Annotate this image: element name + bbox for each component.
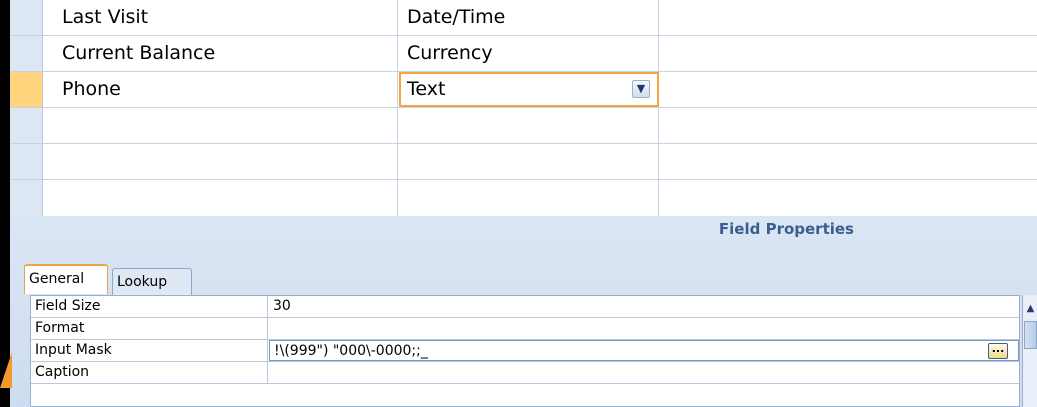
arrow-pointer-icon	[0, 352, 12, 388]
field-name-cell[interactable]: Current Balance	[52, 36, 398, 71]
grid-row-phone[interactable]: Phone Text ▼	[10, 72, 1037, 108]
field-size-input[interactable]: 30	[269, 296, 1019, 317]
scroll-up-icon[interactable]: ▲	[1024, 301, 1037, 317]
grid-row-current-balance[interactable]: Current Balance Currency	[10, 36, 1037, 72]
property-row-field-size[interactable]: Field Size 30	[31, 296, 1019, 318]
grid-row-last-visit[interactable]: Last Visit Date/Time	[10, 0, 1037, 36]
data-type-cell[interactable]	[399, 180, 659, 216]
grid-row-empty[interactable]	[10, 108, 1037, 144]
property-label: Caption	[31, 362, 268, 383]
row-selector[interactable]	[10, 36, 43, 71]
grid-row-empty[interactable]	[10, 180, 1037, 216]
field-name-cell[interactable]	[52, 144, 398, 179]
data-type-select[interactable]: Text ▼	[399, 72, 659, 107]
build-button[interactable]: ...	[988, 343, 1008, 359]
field-name-cell[interactable]: Last Visit	[52, 0, 398, 35]
tab-lookup[interactable]: Lookup	[112, 268, 192, 296]
field-name-cell[interactable]: Phone	[52, 72, 398, 107]
field-name-cell[interactable]	[52, 108, 398, 143]
row-selector[interactable]	[10, 0, 43, 35]
property-label: Format	[31, 318, 268, 339]
vertical-scrollbar[interactable]: ▲	[1022, 295, 1037, 407]
format-input[interactable]	[269, 318, 1019, 339]
property-row-input-mask[interactable]: Input Mask !\(999") "000\-0000;;_ ...	[31, 340, 1019, 362]
row-selector[interactable]	[10, 180, 43, 216]
field-grid: Last Visit Date/Time Current Balance Cur…	[0, 0, 1037, 216]
property-sheet: Field Size 30 Format Input Mask !\(999")…	[30, 295, 1020, 407]
field-properties-title: Field Properties	[718, 220, 854, 238]
data-type-cell[interactable]	[399, 108, 659, 143]
chevron-down-icon[interactable]: ▼	[632, 80, 650, 98]
field-properties-pane: Field Properties General Lookup Field Si…	[10, 216, 1037, 407]
caption-input[interactable]	[269, 362, 1019, 383]
row-selector-current[interactable]	[10, 72, 43, 107]
grid-row-empty[interactable]	[10, 144, 1037, 180]
scroll-thumb[interactable]	[1024, 321, 1037, 349]
data-type-value: Text	[407, 78, 446, 100]
data-type-cell[interactable]: Date/Time	[399, 0, 659, 35]
input-mask-value: !\(999") "000\-0000;;_	[274, 343, 428, 359]
property-label: Field Size	[31, 296, 268, 317]
property-row-caption[interactable]: Caption	[31, 362, 1019, 384]
property-row-format[interactable]: Format	[31, 318, 1019, 340]
field-name-cell[interactable]	[52, 180, 398, 216]
row-selector[interactable]	[10, 144, 43, 179]
data-type-cell[interactable]: Currency	[399, 36, 659, 71]
data-type-cell[interactable]	[399, 144, 659, 179]
tab-general[interactable]: General	[24, 264, 108, 294]
row-selector[interactable]	[10, 108, 43, 143]
property-label: Input Mask	[31, 340, 268, 361]
input-mask-input[interactable]: !\(999") "000\-0000;;_ ...	[269, 340, 1019, 361]
